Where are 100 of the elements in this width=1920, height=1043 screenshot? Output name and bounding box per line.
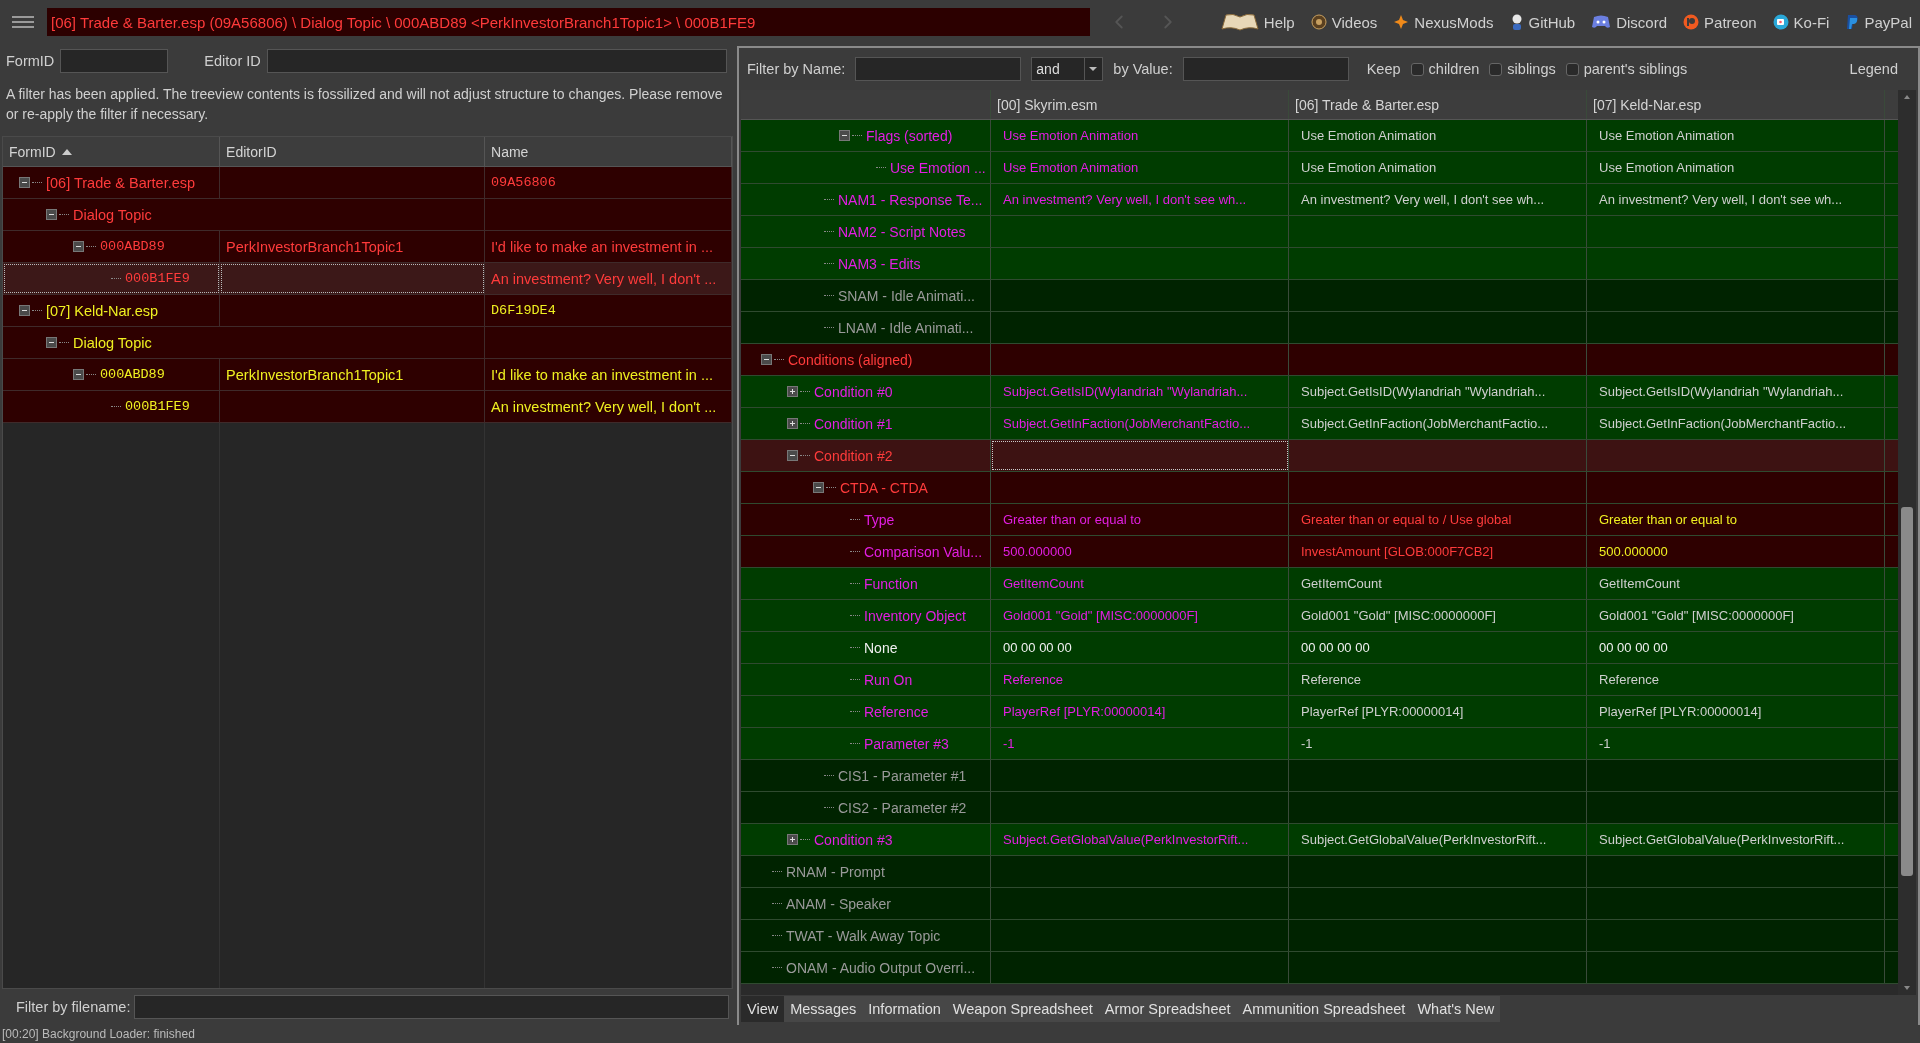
record-name: 09A56806 bbox=[491, 175, 556, 190]
record-row[interactable]: ONAM - Audio Output Overri... bbox=[741, 952, 1898, 984]
record-row[interactable]: Comparison Valu... 500.000000 InvestAmount [GLOB:000F7CB2] 500.000000 bbox=[741, 536, 1898, 568]
collapse-icon[interactable] bbox=[19, 305, 30, 316]
collapse-icon[interactable] bbox=[73, 369, 84, 380]
field-label: None bbox=[864, 639, 898, 656]
tab[interactable]: Messages bbox=[784, 996, 863, 1022]
collapse-icon[interactable] bbox=[761, 354, 772, 365]
operator-dropdown[interactable]: and bbox=[1031, 57, 1104, 81]
record-row[interactable]: NAM1 - Response Te... An investment? Very well, I don't see wh... An investment? Very well, I don't see wh... An investment? Very well, I don't see wh... bbox=[741, 184, 1898, 216]
keep-checkbox[interactable]: siblings bbox=[1489, 61, 1556, 77]
column-header[interactable]: Name bbox=[485, 137, 732, 166]
record-row[interactable]: Flags (sorted) Use Emotion Animation Use Emotion Animation Use Emotion Animation bbox=[741, 120, 1898, 152]
tab[interactable]: Ammunition Spreadsheet bbox=[1236, 996, 1412, 1022]
filename-filter-field[interactable] bbox=[134, 995, 729, 1019]
name-filter-field[interactable] bbox=[855, 57, 1022, 81]
tab[interactable]: View bbox=[741, 996, 785, 1022]
record-row[interactable]: Type Greater than or equal to Greater than or equal to / Use global Greater than or equal to bbox=[741, 504, 1898, 536]
tree-row[interactable]: 000ABD89 PerkInvestorBranch1Topic1 I'd like to make an investment in ... bbox=[3, 231, 732, 263]
field-label: Condition #0 bbox=[814, 383, 893, 400]
expand-icon[interactable] bbox=[787, 386, 798, 397]
expand-icon[interactable] bbox=[787, 834, 798, 845]
toolbar-link[interactable]: Patreon bbox=[1683, 13, 1757, 31]
tree-row[interactable]: [06] Trade & Barter.esp 09A56806 bbox=[3, 167, 732, 199]
field-value: Greater than or equal to bbox=[1003, 512, 1142, 527]
tree-row[interactable]: Dialog Topic bbox=[3, 199, 732, 231]
record-row[interactable]: Condition #3 Subject.GetGlobalValue(PerkInvestorRift... Subject.GetGlobalValue(PerkInvestorRift... Subject.GetGlobalValue(PerkInvestorRift... bbox=[741, 824, 1898, 856]
record-row[interactable]: CIS1 - Parameter #1 bbox=[741, 760, 1898, 792]
record-name: I'd like to make an investment in ... bbox=[491, 238, 713, 255]
record-row[interactable]: TWAT - Walk Away Topic bbox=[741, 920, 1898, 952]
tree-row[interactable]: 000ABD89 PerkInvestorBranch1Topic1 I'd like to make an investment in ... bbox=[3, 359, 732, 391]
filename-filter-label: Filter by filename: bbox=[16, 999, 131, 1015]
record-row[interactable]: Run On Reference Reference Reference bbox=[741, 664, 1898, 696]
field-label: Use Emotion ... bbox=[890, 159, 986, 176]
column-header[interactable]: [07] Keld-Nar.esp bbox=[1593, 96, 1702, 113]
record-name: An investment? Very well, I don't ... bbox=[491, 398, 717, 415]
record-row[interactable]: None 00 00 00 00 00 00 00 00 00 00 00 00 bbox=[741, 632, 1898, 664]
collapse-icon[interactable] bbox=[73, 241, 84, 252]
record-row[interactable]: Parameter #3 -1 -1 -1 bbox=[741, 728, 1898, 760]
field-label: TWAT - Walk Away Topic bbox=[786, 927, 941, 944]
record-row[interactable]: Use Emotion ... Use Emotion Animation Use Emotion Animation Use Emotion Animation bbox=[741, 152, 1898, 184]
record-name: I'd like to make an investment in ... bbox=[491, 366, 713, 383]
collapse-icon[interactable] bbox=[839, 130, 850, 141]
tree-row[interactable]: Dialog Topic bbox=[3, 327, 732, 359]
tree-row[interactable]: 000B1FE9 An investment? Very well, I don't ... bbox=[3, 391, 732, 423]
toolbar-link[interactable]: GitHub bbox=[1509, 13, 1576, 31]
toolbar-link[interactable]: Discord bbox=[1591, 13, 1668, 31]
field-label: NAM1 - Response Te... bbox=[838, 191, 983, 208]
toolbar-link[interactable]: Help bbox=[1220, 12, 1295, 32]
tab[interactable]: Information bbox=[862, 996, 947, 1022]
tree-row[interactable]: [07] Keld-Nar.esp D6F19DE4 bbox=[3, 295, 732, 327]
record-row[interactable]: Condition #1 Subject.GetInFaction(JobMerchantFactio... Subject.GetInFaction(JobMerchantFactio... Subject.GetInFaction(JobMerchantFactio... bbox=[741, 408, 1898, 440]
record-row[interactable]: ANAM - Speaker bbox=[741, 888, 1898, 920]
record-row[interactable]: CTDA - CTDA bbox=[741, 472, 1898, 504]
tab[interactable]: Weapon Spreadsheet bbox=[946, 996, 1099, 1022]
column-header[interactable]: [00] Skyrim.esm bbox=[997, 96, 1098, 113]
field-label: SNAM - Idle Animati... bbox=[838, 287, 975, 304]
record-row[interactable]: Condition #0 Subject.GetIsID(Wylandriah "Wylandriah... Subject.GetIsID(Wylandriah "Wylandriah... Subject.GetIsID(Wylandriah "Wylandriah... bbox=[741, 376, 1898, 408]
tab[interactable]: Armor Spreadsheet bbox=[1098, 996, 1237, 1022]
tab[interactable]: What's New bbox=[1411, 996, 1501, 1022]
collapse-icon[interactable] bbox=[787, 450, 798, 461]
legend-link[interactable]: Legend bbox=[1849, 61, 1898, 77]
record-row[interactable]: Inventory Object Gold001 "Gold" [MISC:0000000F] Gold001 "Gold" [MISC:0000000F] Gold001 "Gold" [MISC:0000000F] bbox=[741, 600, 1898, 632]
scroll-thumb[interactable] bbox=[1901, 507, 1913, 876]
collapse-icon[interactable] bbox=[19, 177, 30, 188]
collapse-icon[interactable] bbox=[46, 337, 57, 348]
record-row[interactable]: Reference PlayerRef [PLYR:00000014] PlayerRef [PLYR:00000014] PlayerRef [PLYR:00000014] bbox=[741, 696, 1898, 728]
record-row[interactable]: Condition #2 bbox=[741, 440, 1898, 472]
field-value: Use Emotion Animation bbox=[1301, 160, 1437, 175]
field-value: InvestAmount [GLOB:000F7CB2] bbox=[1301, 544, 1494, 559]
record-row[interactable]: SNAM - Idle Animati... bbox=[741, 280, 1898, 312]
record-row[interactable]: CIS2 - Parameter #2 bbox=[741, 792, 1898, 824]
status-message: [00:20] Background Loader: finished bbox=[1, 1026, 196, 1043]
column-header[interactable]: FormID bbox=[3, 137, 221, 166]
keep-checkbox[interactable]: parent's siblings bbox=[1565, 61, 1688, 77]
value-filter-field[interactable] bbox=[1182, 57, 1349, 81]
record-row[interactable]: Conditions (aligned) bbox=[741, 344, 1898, 376]
column-header[interactable]: [06] Trade & Barter.esp bbox=[1295, 96, 1439, 113]
keep-checkbox[interactable]: children bbox=[1410, 61, 1480, 77]
field-value: 00 00 00 00 bbox=[1003, 640, 1072, 655]
toolbar-link[interactable]: PayPal bbox=[1845, 13, 1912, 31]
toolbar-link[interactable]: Videos bbox=[1310, 13, 1378, 31]
editor-id-field[interactable] bbox=[266, 49, 727, 73]
record-row[interactable]: RNAM - Prompt bbox=[741, 856, 1898, 888]
column-header[interactable]: EditorID bbox=[220, 137, 485, 166]
field-value: GetItemCount bbox=[1003, 576, 1084, 591]
scrollbar[interactable] bbox=[1898, 90, 1916, 995]
record-row[interactable]: Function GetItemCount GetItemCount GetItemCount bbox=[741, 568, 1898, 600]
toolbar-link[interactable]: NexusMods bbox=[1393, 13, 1494, 31]
record-row[interactable]: LNAM - Idle Animati... bbox=[741, 312, 1898, 344]
form-id-field[interactable] bbox=[60, 49, 169, 73]
toolbar-link[interactable]: Ko-Fi bbox=[1772, 13, 1830, 31]
collapse-icon[interactable] bbox=[813, 482, 824, 493]
record-row[interactable]: NAM2 - Script Notes bbox=[741, 216, 1898, 248]
field-value: Subject.GetInFaction(JobMerchantFactio... bbox=[1003, 416, 1251, 431]
collapse-icon[interactable] bbox=[46, 209, 57, 220]
tree-row[interactable]: 000B1FE9 An investment? Very well, I don't ... bbox=[3, 263, 732, 295]
field-value: Subject.GetIsID(Wylandriah "Wylandriah... bbox=[1003, 384, 1248, 399]
expand-icon[interactable] bbox=[787, 418, 798, 429]
field-value: Subject.GetInFaction(JobMerchantFactio... bbox=[1599, 416, 1847, 431]
